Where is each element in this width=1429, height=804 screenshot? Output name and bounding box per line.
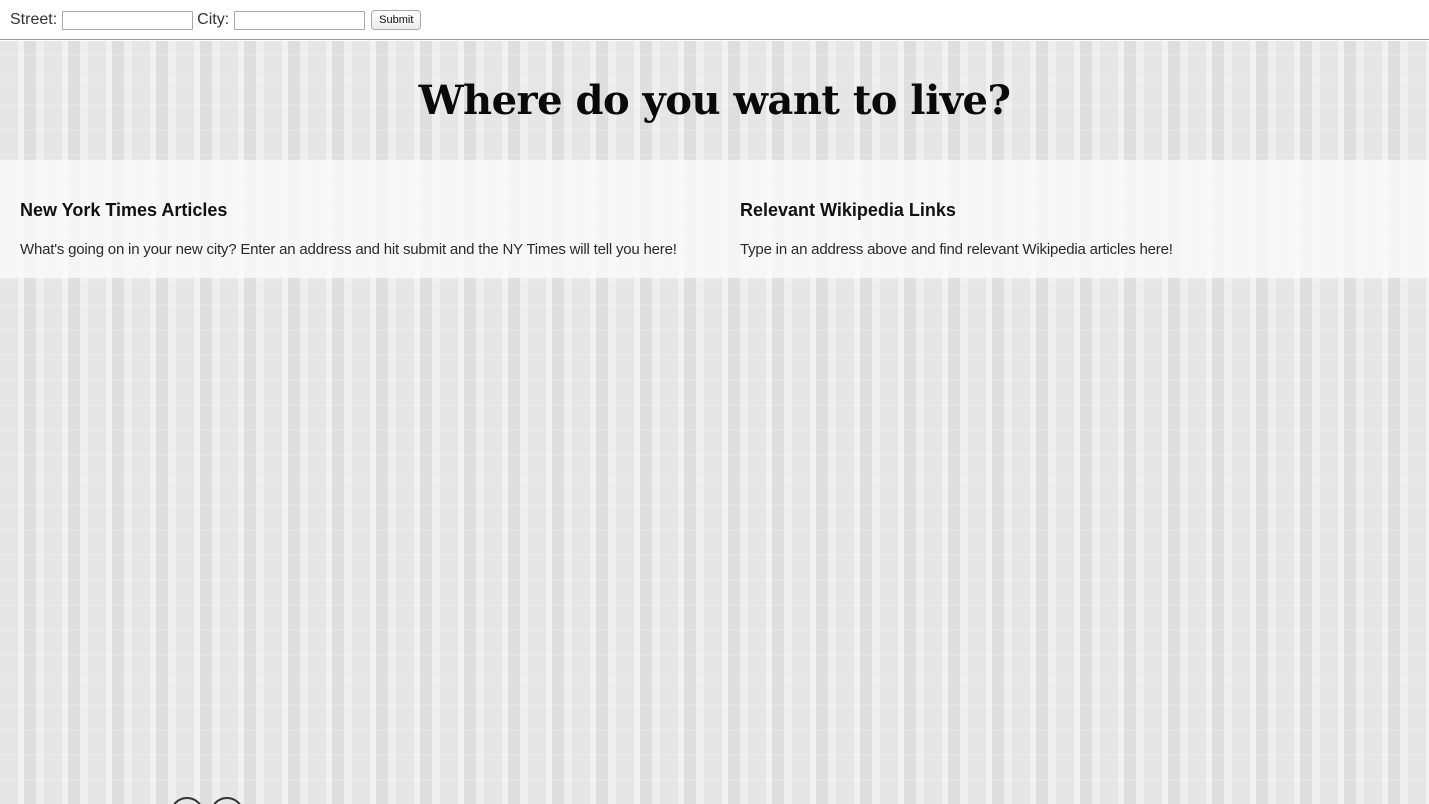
city-label: City:	[197, 11, 230, 28]
results-band: New York Times Articles What's going on …	[0, 160, 1429, 278]
submit-button[interactable]: Submit	[371, 10, 422, 30]
city-input[interactable]	[234, 10, 366, 30]
wiki-section-title: Relevant Wikipedia Links	[740, 200, 956, 220]
nyt-section-body: What's going on in your new city? Enter …	[20, 241, 677, 258]
street-input[interactable]	[62, 10, 194, 30]
wiki-section-body: Type in an address above and find releva…	[740, 241, 1173, 258]
page-background: Where do you want to live? New York Time…	[0, 41, 1429, 804]
circle-decoration	[170, 797, 204, 804]
nyt-section: New York Times Articles What's going on …	[20, 200, 677, 258]
wiki-section: Relevant Wikipedia Links Type in an addr…	[740, 200, 1173, 258]
circle-decoration	[210, 797, 244, 804]
nyt-section-title: New York Times Articles	[20, 200, 228, 220]
page-title: Where do you want to live?	[418, 77, 1011, 124]
address-form: Street: City: Submit	[10, 10, 422, 30]
address-bar: Street: City: Submit	[0, 0, 1429, 40]
street-label: Street:	[10, 11, 58, 28]
